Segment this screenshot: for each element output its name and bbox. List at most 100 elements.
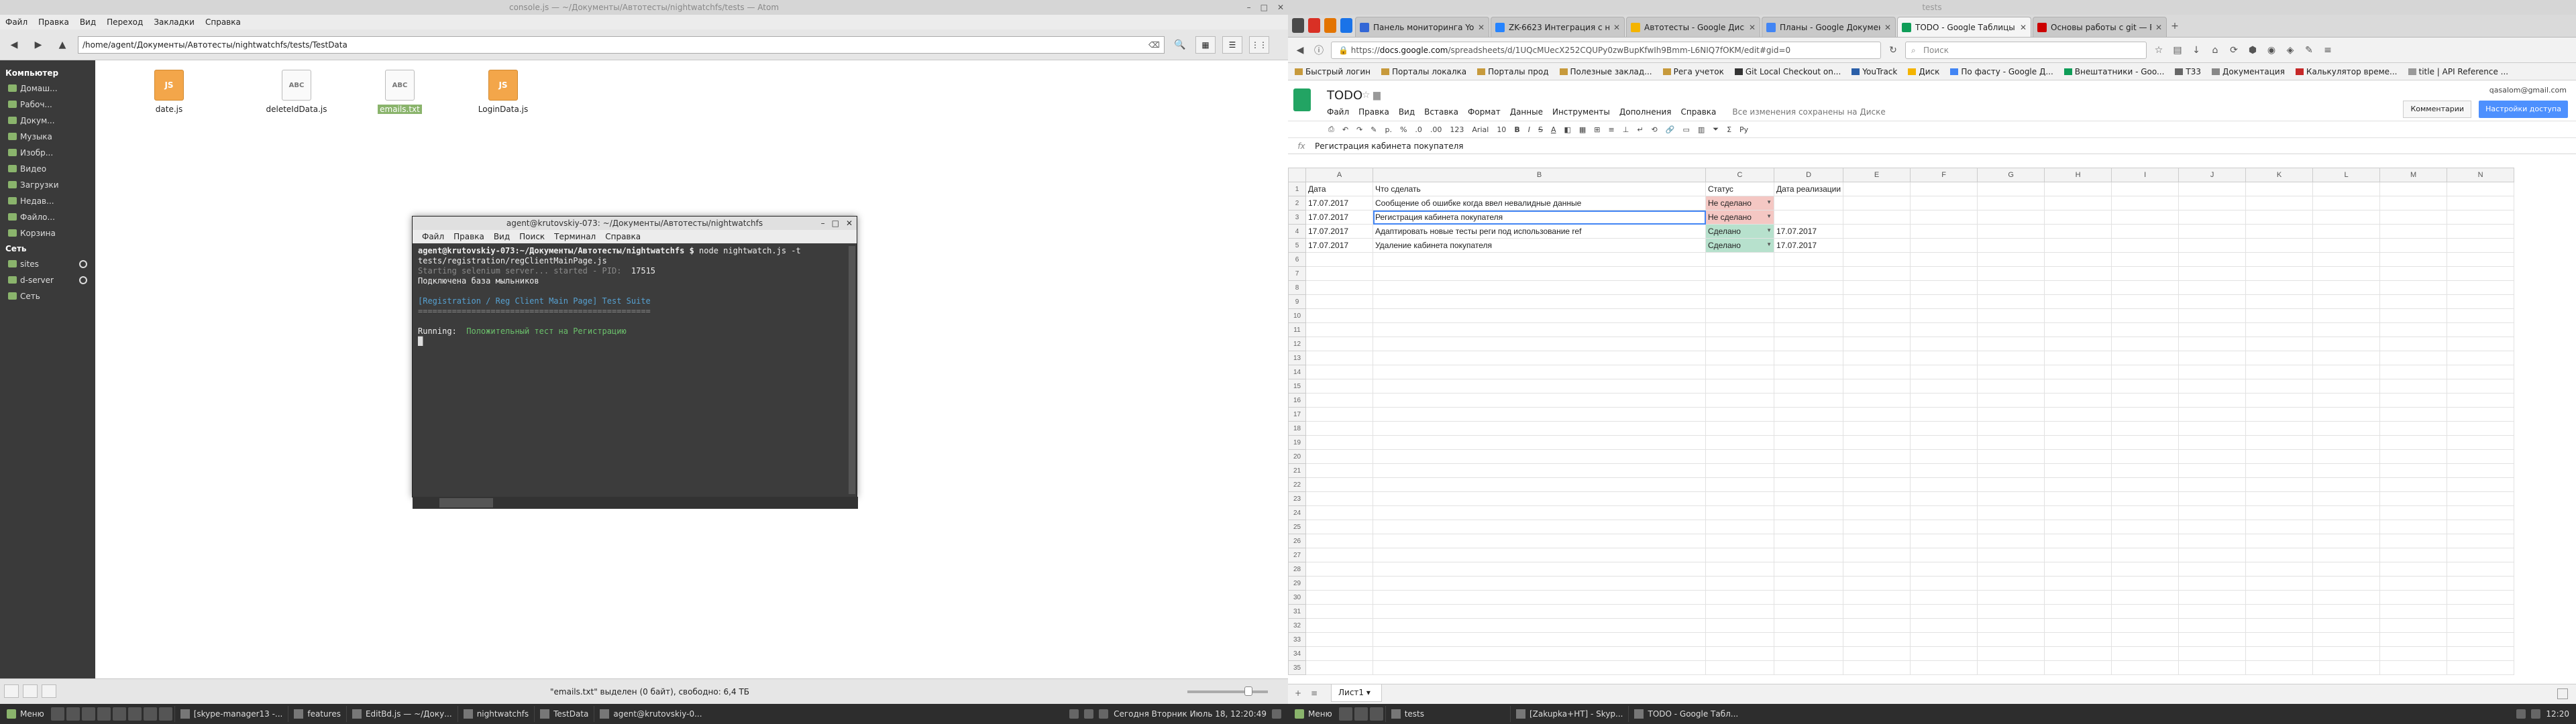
cell[interactable] <box>2379 590 2448 605</box>
network-icon[interactable] <box>1084 709 1094 719</box>
cell[interactable] <box>1843 548 1911 562</box>
tab-jira[interactable]: ZK-6623 Интеграция с но ✕ <box>1491 17 1625 37</box>
column-header[interactable]: E <box>1843 168 1911 182</box>
cell[interactable] <box>1910 505 1978 520</box>
cell[interactable] <box>2312 505 2381 520</box>
cell[interactable] <box>2447 449 2515 464</box>
cell[interactable] <box>1843 576 1911 591</box>
cell[interactable] <box>2178 421 2247 436</box>
dropdown-arrow-icon[interactable]: ▼ <box>1766 241 1772 247</box>
cell[interactable] <box>1843 463 1911 478</box>
cell[interactable] <box>1910 294 1978 309</box>
cell[interactable] <box>2044 520 2112 534</box>
cell[interactable] <box>1910 646 1978 661</box>
cell[interactable] <box>1373 266 1706 281</box>
cell[interactable] <box>1977 505 2045 520</box>
cell[interactable] <box>1843 379 1911 394</box>
row-header[interactable]: 24 <box>1288 505 1306 520</box>
bookmark-item[interactable]: Порталы прод <box>1477 67 1549 76</box>
bookmark-item[interactable]: Полезные заклад... <box>1559 67 1652 76</box>
cell[interactable] <box>2379 196 2448 210</box>
cell[interactable] <box>1705 322 1774 337</box>
cell[interactable] <box>2245 463 2314 478</box>
cell[interactable] <box>2111 548 2180 562</box>
cell[interactable] <box>2044 449 2112 464</box>
cell[interactable] <box>1305 505 1373 520</box>
cell[interactable] <box>1843 604 1911 619</box>
cell[interactable] <box>2312 520 2381 534</box>
menu-addons[interactable]: Дополнения <box>1619 107 1672 117</box>
cell[interactable] <box>1773 435 1844 450</box>
cell[interactable] <box>2178 365 2247 379</box>
cell[interactable] <box>2245 365 2314 379</box>
cell[interactable] <box>2245 632 2314 647</box>
cell[interactable] <box>2111 576 2180 591</box>
cell[interactable] <box>1373 590 1706 605</box>
cell[interactable] <box>1705 393 1774 408</box>
cell[interactable] <box>1705 534 1774 548</box>
font-size-select[interactable]: 10 <box>1497 125 1506 134</box>
sidebar-item-trash[interactable]: Корзина <box>0 225 95 241</box>
cell[interactable] <box>2044 477 2112 492</box>
cell[interactable] <box>1373 505 1706 520</box>
cell[interactable] <box>2379 548 2448 562</box>
cell[interactable] <box>2245 196 2314 210</box>
cell[interactable] <box>1910 393 1978 408</box>
cell[interactable] <box>1373 322 1706 337</box>
cell[interactable] <box>1773 646 1844 661</box>
library-icon[interactable]: ▤ <box>2171 45 2184 56</box>
info-icon[interactable]: ⓘ <box>1312 44 1326 57</box>
cell[interactable] <box>2312 646 2381 661</box>
cell[interactable] <box>1705 562 1774 577</box>
row-header[interactable]: 31 <box>1288 604 1306 619</box>
row-header[interactable]: 26 <box>1288 534 1306 548</box>
cell[interactable] <box>1977 238 2045 253</box>
cell[interactable] <box>2312 463 2381 478</box>
cell[interactable] <box>1705 365 1774 379</box>
cell[interactable] <box>1977 646 2045 661</box>
cell[interactable] <box>2044 632 2112 647</box>
row-header[interactable]: 17 <box>1288 407 1306 422</box>
row-header[interactable]: 7 <box>1288 266 1306 281</box>
cell[interactable] <box>1910 491 1978 506</box>
row-header[interactable]: 12 <box>1288 337 1306 351</box>
back-icon[interactable]: ◀ <box>5 36 23 54</box>
cell[interactable] <box>1977 421 2045 436</box>
cell[interactable] <box>1910 421 1978 436</box>
cell[interactable] <box>2379 520 2448 534</box>
cell[interactable] <box>1305 491 1373 506</box>
cell[interactable] <box>2447 505 2515 520</box>
launcher-icon[interactable] <box>81 707 95 721</box>
cell[interactable] <box>1977 351 2045 365</box>
cell[interactable] <box>2111 590 2180 605</box>
select-all-corner[interactable] <box>1288 168 1306 182</box>
cell[interactable] <box>2312 576 2381 591</box>
cell[interactable] <box>1910 322 1978 337</box>
cell[interactable] <box>2312 562 2381 577</box>
cell[interactable] <box>2044 224 2112 239</box>
cell[interactable] <box>2379 280 2448 295</box>
cell[interactable] <box>2245 308 2314 323</box>
row-header[interactable]: 32 <box>1288 618 1306 633</box>
row-header[interactable]: 6 <box>1288 252 1306 267</box>
cell[interactable] <box>1305 477 1373 492</box>
cell[interactable] <box>1305 562 1373 577</box>
menu-help[interactable]: Справка <box>1681 107 1717 117</box>
sidebar-item-recent[interactable]: Недав... <box>0 193 95 209</box>
cell[interactable]: 17.07.2017 <box>1773 224 1844 239</box>
menu-view[interactable]: Вид <box>494 230 510 243</box>
cell[interactable] <box>2044 238 2112 253</box>
cell[interactable] <box>1373 660 1706 675</box>
bookmark-item[interactable]: Диск <box>1908 67 1939 76</box>
cell[interactable] <box>2245 351 2314 365</box>
cell[interactable] <box>1773 632 1844 647</box>
cell[interactable] <box>1773 266 1844 281</box>
cell[interactable] <box>2312 280 2381 295</box>
cell[interactable] <box>2312 322 2381 337</box>
document-title[interactable]: TODO <box>1327 88 1362 103</box>
close-icon[interactable]: ✕ <box>846 217 853 230</box>
undo-icon[interactable]: ↶ <box>1342 125 1348 134</box>
cell[interactable] <box>2447 252 2515 267</box>
cell[interactable] <box>1705 520 1774 534</box>
cell[interactable] <box>2178 351 2247 365</box>
